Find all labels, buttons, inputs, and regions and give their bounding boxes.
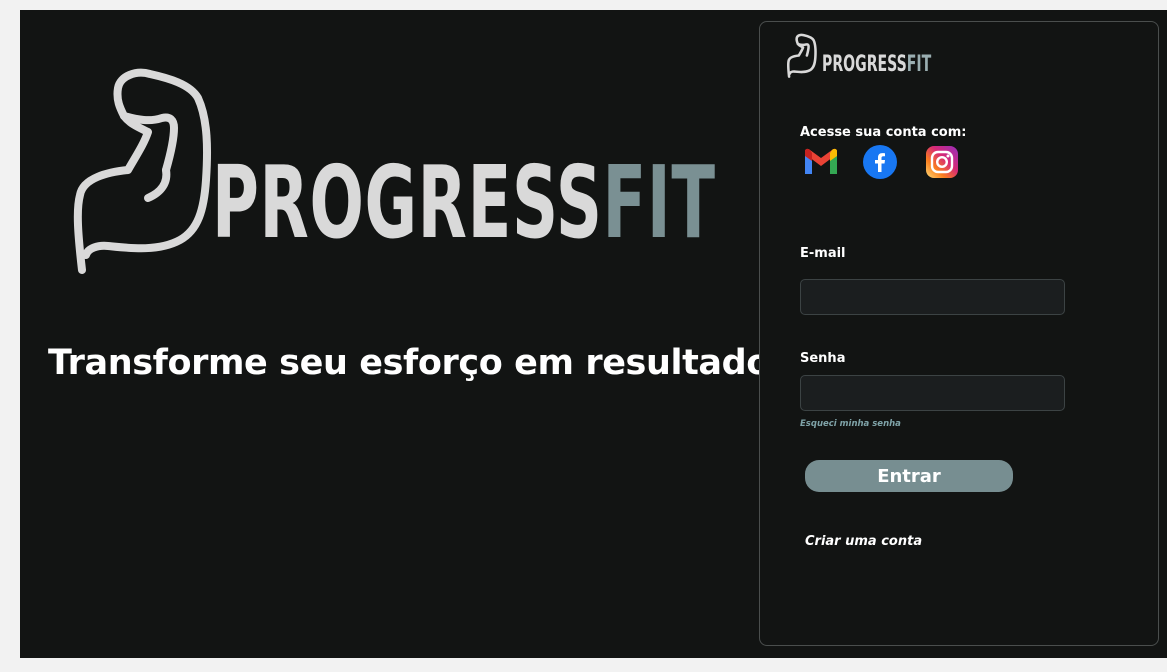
instagram-icon xyxy=(926,146,958,178)
instagram-login-button[interactable] xyxy=(923,144,961,180)
email-label: E-mail xyxy=(800,246,846,261)
card-logo: PROGRESSFIT xyxy=(784,32,931,80)
gmail-login-button[interactable] xyxy=(802,144,840,180)
password-input[interactable] xyxy=(800,375,1065,411)
brand-fit: FIT xyxy=(906,52,932,77)
social-login-label: Acesse sua conta com: xyxy=(800,125,967,140)
flexed-arm-icon xyxy=(786,33,817,78)
create-account-link[interactable]: Criar uma conta xyxy=(805,534,922,549)
gmail-icon xyxy=(805,148,837,174)
login-button[interactable]: Entrar xyxy=(805,460,1013,492)
hero-brand-wordmark: PROGRESSFIT xyxy=(212,148,716,258)
flexed-arm-icon xyxy=(73,68,212,274)
login-card: PROGRESSFIT Acesse sua conta com: E-mail… xyxy=(759,21,1159,646)
email-input[interactable] xyxy=(800,279,1065,315)
forgot-password-link[interactable]: Esqueci minha senha xyxy=(800,419,901,429)
brand-fit: FIT xyxy=(602,148,716,258)
brand-progress: PROGRESS xyxy=(822,52,907,77)
password-label: Senha xyxy=(800,351,846,366)
facebook-login-button[interactable] xyxy=(861,144,899,180)
brand-progress: PROGRESS xyxy=(212,148,603,258)
hero-tagline: Transforme seu esforço em resultado! xyxy=(48,343,786,383)
login-page: PROGRESSFIT Transforme seu esforço em re… xyxy=(20,10,1167,658)
card-brand-wordmark: PROGRESSFIT xyxy=(822,52,931,78)
facebook-icon xyxy=(863,145,897,179)
